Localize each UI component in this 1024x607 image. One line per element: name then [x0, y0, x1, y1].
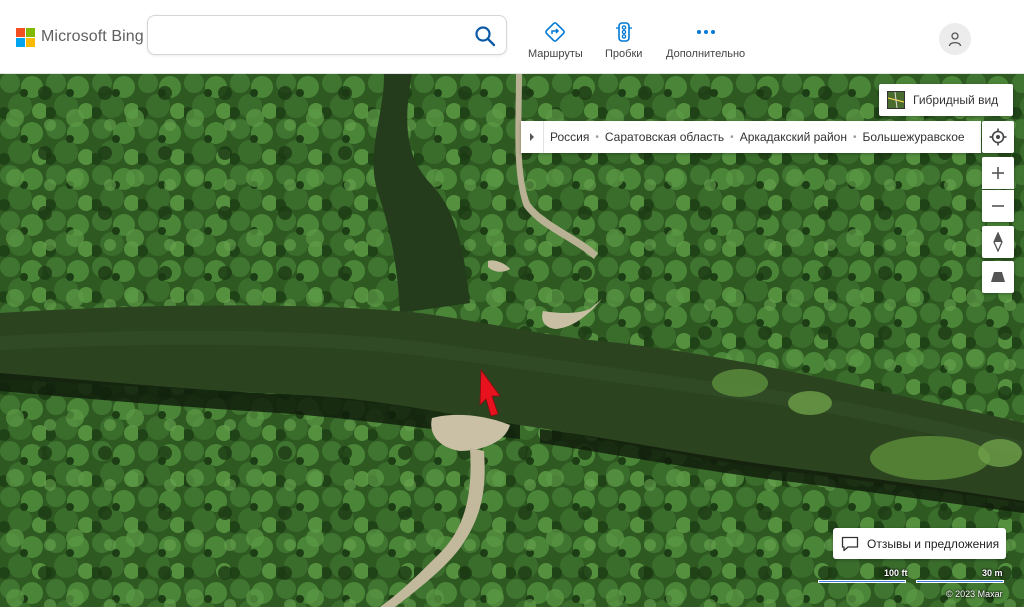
search-input[interactable]	[158, 24, 462, 50]
breadcrumb-district[interactable]: Аркадакский район	[740, 130, 847, 144]
breadcrumb-locality[interactable]: Большежуравское	[862, 130, 964, 144]
compass-button[interactable]	[982, 226, 1014, 258]
map-canvas[interactable]: Гибридный вид Россия • Саратовская облас…	[0, 73, 1024, 607]
location-pin-marker[interactable]	[478, 368, 504, 418]
map-style-toggle-button[interactable]: Гибридный вид	[879, 84, 1013, 116]
more-dots-icon	[694, 20, 718, 44]
zoom-out-button[interactable]	[982, 190, 1014, 222]
user-avatar-button[interactable]	[939, 23, 971, 55]
microsoft-bing-logo[interactable]: Microsoft Bing	[16, 27, 144, 47]
microsoft-logo-icon	[16, 27, 35, 47]
hybrid-map-thumbnail-icon	[887, 91, 905, 109]
directions-icon	[543, 20, 567, 44]
tilt-view-button[interactable]	[982, 261, 1014, 293]
breadcrumb-expand-button[interactable]	[521, 121, 544, 153]
top-bar: Microsoft Bing Маршруты Пробки Дополните…	[0, 0, 1024, 74]
breadcrumb-separator: •	[730, 131, 734, 143]
scale-bar-imperial	[818, 580, 906, 583]
chat-bubble-icon	[841, 536, 859, 551]
nav-directions-label: Маршруты	[528, 48, 583, 60]
crosshair-locate-icon	[989, 128, 1007, 146]
traffic-light-icon	[612, 20, 636, 44]
nav-directions[interactable]: Маршруты	[528, 20, 583, 60]
feedback-button[interactable]: Отзывы и предложения	[833, 528, 1006, 559]
breadcrumb-region[interactable]: Саратовская область	[605, 130, 724, 144]
satellite-imagery	[0, 73, 1024, 607]
feedback-label: Отзывы и предложения	[867, 536, 1000, 551]
imagery-copyright: © 2023 Maxar	[946, 589, 1003, 599]
search-box	[147, 15, 507, 55]
user-icon	[948, 32, 962, 47]
nav-traffic-label: Пробки	[605, 48, 643, 60]
compass-icon	[993, 232, 1003, 252]
search-icon	[475, 26, 496, 47]
caret-right-icon	[530, 133, 534, 141]
breadcrumb-country[interactable]: Россия	[550, 130, 589, 144]
search-button[interactable]	[470, 21, 500, 51]
nav-more-label: Дополнительно	[666, 48, 746, 60]
map-scale: 100 ft 30 m	[816, 564, 1006, 590]
scale-label-metric: 30 m	[982, 568, 1003, 578]
locate-me-button[interactable]	[982, 121, 1014, 153]
breadcrumb-separator: •	[852, 131, 857, 143]
nav-more[interactable]: Дополнительно	[666, 20, 745, 60]
plus-icon	[992, 167, 1004, 179]
scale-bar-metric	[916, 580, 1004, 583]
nav-traffic[interactable]: Пробки	[605, 20, 642, 60]
logo-text: Microsoft Bing	[41, 28, 144, 45]
tilt-3d-icon	[991, 272, 1005, 282]
location-breadcrumb: Россия • Саратовская область • Аркадакск…	[521, 121, 981, 153]
breadcrumb-separator: •	[595, 131, 599, 143]
scale-label-imperial: 100 ft	[884, 568, 908, 578]
minus-icon	[992, 205, 1004, 207]
map-style-label: Гибридный вид	[913, 93, 999, 107]
zoom-in-button[interactable]	[982, 157, 1014, 189]
